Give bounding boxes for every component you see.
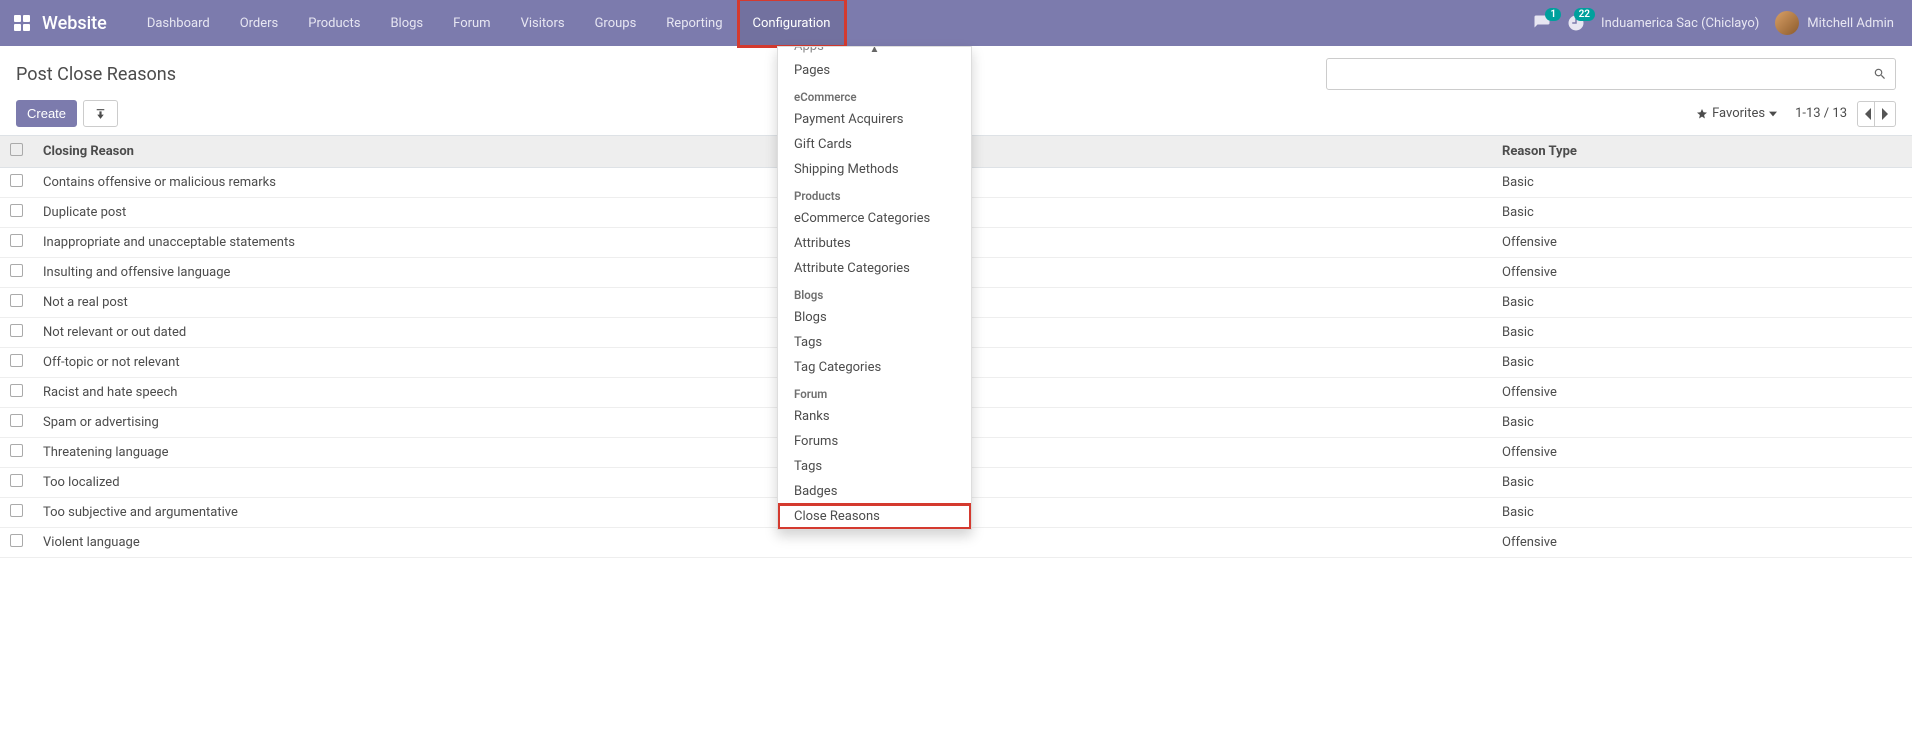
avatar	[1775, 11, 1799, 35]
cell-reason-type: Offensive	[1492, 228, 1912, 258]
dd-item-attribute-categories[interactable]: Attribute Categories	[778, 256, 971, 281]
configuration-dropdown: ▲ Apps Pages eCommerce Payment Acquirers…	[777, 46, 972, 530]
activities-icon[interactable]: 22	[1567, 14, 1585, 32]
cell-closing-reason: Duplicate post	[33, 198, 1492, 228]
cell-reason-type: Basic	[1492, 468, 1912, 498]
row-checkbox[interactable]	[10, 204, 23, 217]
cell-closing-reason: Spam or advertising	[33, 408, 1492, 438]
nav-forum[interactable]: Forum	[439, 0, 504, 46]
dd-header-products: Products	[778, 182, 971, 206]
nav-configuration[interactable]: Configuration	[739, 0, 845, 46]
caret-down-icon	[1769, 110, 1777, 118]
col-reason-type[interactable]: Reason Type	[1492, 136, 1912, 168]
row-checkbox[interactable]	[10, 174, 23, 187]
cell-reason-type: Offensive	[1492, 258, 1912, 288]
row-checkbox[interactable]	[10, 504, 23, 517]
cell-closing-reason: Too subjective and argumentative	[33, 498, 1492, 528]
row-checkbox[interactable]	[10, 294, 23, 307]
col-closing-reason[interactable]: Closing Reason	[33, 136, 1492, 168]
table-row[interactable]: Violent languageOffensive	[0, 528, 1912, 558]
page-title: Post Close Reasons	[16, 64, 176, 85]
row-checkbox[interactable]	[10, 384, 23, 397]
download-icon	[94, 107, 107, 120]
row-checkbox[interactable]	[10, 264, 23, 277]
dd-item-gift-cards[interactable]: Gift Cards	[778, 132, 971, 157]
favorites-label: Favorites	[1712, 106, 1765, 121]
nav-products[interactable]: Products	[294, 0, 374, 46]
cell-reason-type: Basic	[1492, 198, 1912, 228]
dd-item-payment-acquirers[interactable]: Payment Acquirers	[778, 107, 971, 132]
nav-reporting[interactable]: Reporting	[652, 0, 736, 46]
pager-next[interactable]	[1874, 101, 1896, 127]
cell-closing-reason: Off-topic or not relevant	[33, 348, 1492, 378]
row-checkbox[interactable]	[10, 234, 23, 247]
export-button[interactable]	[83, 100, 118, 127]
nav-groups[interactable]: Groups	[581, 0, 651, 46]
dd-header-ecommerce: eCommerce	[778, 83, 971, 107]
dd-item-attributes[interactable]: Attributes	[778, 231, 971, 256]
cell-reason-type: Basic	[1492, 348, 1912, 378]
messaging-icon[interactable]: 1	[1533, 14, 1551, 32]
cell-reason-type: Basic	[1492, 288, 1912, 318]
cell-reason-type: Basic	[1492, 498, 1912, 528]
cell-closing-reason: Inappropriate and unacceptable statement…	[33, 228, 1492, 258]
app-brand[interactable]: Website	[42, 13, 107, 34]
cell-closing-reason: Violent language	[33, 528, 1492, 558]
dd-item-forums[interactable]: Forums	[778, 429, 971, 454]
top-navbar: Website Dashboard Orders Products Blogs …	[0, 0, 1912, 46]
company-selector[interactable]: Induamerica Sac (Chiclayo)	[1601, 16, 1759, 31]
dd-item-shipping-methods[interactable]: Shipping Methods	[778, 157, 971, 182]
row-checkbox[interactable]	[10, 354, 23, 367]
dd-item-blog-tags[interactable]: Tags	[778, 330, 971, 355]
cell-closing-reason: Insulting and offensive language	[33, 258, 1492, 288]
dd-item-blog-tag-categories[interactable]: Tag Categories	[778, 355, 971, 380]
apps-icon[interactable]	[14, 15, 30, 31]
select-all-checkbox[interactable]	[10, 143, 23, 156]
pager: 1-13 / 13	[1795, 101, 1896, 127]
nav-visitors[interactable]: Visitors	[507, 0, 579, 46]
cell-closing-reason: Threatening language	[33, 438, 1492, 468]
nav-orders[interactable]: Orders	[226, 0, 293, 46]
dd-item-badges[interactable]: Badges	[778, 479, 971, 504]
cell-closing-reason: Not a real post	[33, 288, 1492, 318]
cell-reason-type: Offensive	[1492, 528, 1912, 558]
create-button[interactable]: Create	[16, 100, 77, 127]
dd-item-forum-tags[interactable]: Tags	[778, 454, 971, 479]
cell-reason-type: Basic	[1492, 168, 1912, 198]
star-icon	[1696, 108, 1708, 120]
dd-item-ranks[interactable]: Ranks	[778, 404, 971, 429]
dd-item-pages[interactable]: Pages	[778, 58, 971, 83]
cell-reason-type: Offensive	[1492, 378, 1912, 408]
activities-badge: 22	[1574, 8, 1595, 21]
row-checkbox[interactable]	[10, 534, 23, 547]
dd-item-close-reasons[interactable]: Close Reasons	[778, 504, 971, 529]
cell-closing-reason: Contains offensive or malicious remarks	[33, 168, 1492, 198]
dd-header-forum: Forum	[778, 380, 971, 404]
cell-reason-type: Basic	[1492, 318, 1912, 348]
row-checkbox[interactable]	[10, 444, 23, 457]
row-checkbox[interactable]	[10, 414, 23, 427]
search-icon[interactable]	[1873, 67, 1887, 81]
cell-reason-type: Offensive	[1492, 438, 1912, 468]
dd-item-ecommerce-categories[interactable]: eCommerce Categories	[778, 206, 971, 231]
messaging-badge: 1	[1545, 8, 1561, 21]
pager-text[interactable]: 1-13 / 13	[1795, 106, 1847, 121]
dd-item-blogs[interactable]: Blogs	[778, 305, 971, 330]
nav-blogs[interactable]: Blogs	[376, 0, 437, 46]
row-checkbox[interactable]	[10, 324, 23, 337]
cell-closing-reason: Too localized	[33, 468, 1492, 498]
nav-dashboard[interactable]: Dashboard	[133, 0, 224, 46]
cell-closing-reason: Racist and hate speech	[33, 378, 1492, 408]
favorites-dropdown[interactable]: Favorites	[1696, 106, 1777, 121]
dd-header-blogs: Blogs	[778, 281, 971, 305]
cell-reason-type: Basic	[1492, 408, 1912, 438]
cell-closing-reason: Not relevant or out dated	[33, 318, 1492, 348]
search-box[interactable]	[1326, 58, 1896, 90]
row-checkbox[interactable]	[10, 474, 23, 487]
user-name: Mitchell Admin	[1807, 16, 1894, 31]
search-input[interactable]	[1335, 67, 1873, 82]
user-menu[interactable]: Mitchell Admin	[1775, 11, 1894, 35]
